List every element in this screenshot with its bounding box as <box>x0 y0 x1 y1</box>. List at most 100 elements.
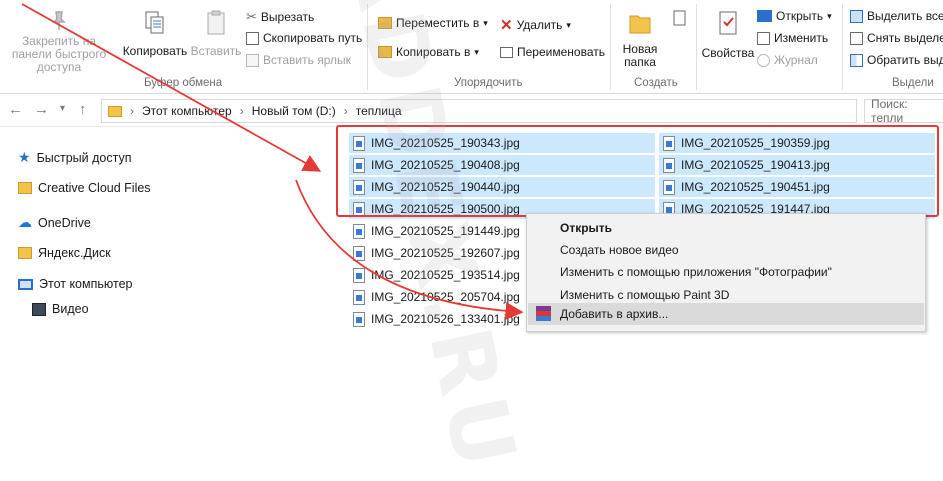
breadcrumb-separator: › <box>343 104 348 118</box>
deselect-button[interactable]: Снять выделе <box>850 31 943 45</box>
cut-label: Вырезать <box>260 10 315 24</box>
folder-icon <box>108 105 122 117</box>
cut-button[interactable]: ✂ Вырезать <box>246 9 314 25</box>
create-group-label: Создать <box>634 77 678 89</box>
edit-label: Изменить <box>774 31 829 45</box>
pin-label: Закрепить на панели быстрого доступа <box>11 34 107 74</box>
history-button[interactable]: Журнал <box>757 53 818 67</box>
nav-item-this-pc[interactable]: Этот компьютер <box>18 277 132 291</box>
paste-shortcut-button[interactable]: Вставить ярлык <box>246 53 351 67</box>
ribbon: Закрепить на панели быстрого доступа Коп… <box>0 0 943 94</box>
copy-path-label: Скопировать путь <box>263 31 363 45</box>
breadcrumb-folder[interactable]: теплица <box>356 104 402 118</box>
star-icon: ★ <box>18 149 31 165</box>
copy-to-button[interactable]: Копировать в ▾ <box>378 45 479 59</box>
paste-button[interactable]: Вставить <box>188 10 244 58</box>
image-file-icon <box>353 245 365 261</box>
address-box[interactable]: › Этот компьютер › Новый том (D:) › тепл… <box>101 99 857 123</box>
deselect-label: Снять выделе <box>867 31 943 45</box>
separator <box>842 4 843 90</box>
delete-button[interactable]: ✕ Удалить ▾ <box>500 16 571 34</box>
nav-item-label: Быстрый доступ <box>36 150 132 165</box>
image-file-icon <box>353 267 365 283</box>
nav-item-label: Видео <box>52 302 89 316</box>
rename-button[interactable]: Переименовать <box>500 45 605 59</box>
copy-icon <box>145 11 164 34</box>
video-icon <box>32 302 46 316</box>
rename-label: Переименовать <box>517 45 605 59</box>
new-folder-button[interactable]: Новая папка <box>614 10 666 69</box>
chevron-down-icon: ▾ <box>827 10 832 21</box>
clipboard-icon <box>207 10 225 35</box>
copy-to-icon <box>378 46 392 58</box>
delete-icon: ✕ <box>500 17 513 34</box>
nav-item-label: OneDrive <box>38 215 91 230</box>
nav-item-onedrive[interactable]: ☁ OneDrive <box>18 214 91 231</box>
chevron-down-icon: ▾ <box>566 19 571 30</box>
cloud-icon: ☁ <box>18 214 32 230</box>
file-item[interactable]: IMG_20210526_133401.jpg <box>349 309 525 329</box>
file-item[interactable]: IMG_20210525_192607.jpg <box>349 243 525 263</box>
context-edit-paint3d[interactable]: Изменить с помощью Paint 3D <box>560 288 729 302</box>
history-label: Журнал <box>774 53 818 67</box>
separator <box>696 4 697 90</box>
breadcrumb-this-pc[interactable]: Этот компьютер <box>142 104 232 118</box>
copy-to-label: Копировать в <box>396 45 471 59</box>
file-name: IMG_20210525_191449.jpg <box>371 224 520 238</box>
chevron-down-icon: ▾ <box>474 46 479 57</box>
select-all-icon <box>850 9 863 23</box>
file-name: IMG_20210525_205704.jpg <box>371 290 520 304</box>
file-item[interactable]: IMG_20210525_205704.jpg <box>349 287 525 307</box>
file-item[interactable]: IMG_20210525_193514.jpg <box>349 265 525 285</box>
move-to-icon <box>378 17 392 29</box>
context-create-video[interactable]: Создать новое видео <box>560 243 679 257</box>
image-file-icon <box>353 223 365 239</box>
computer-icon <box>18 278 33 290</box>
paste-shortcut-label: Вставить ярлык <box>263 53 351 67</box>
properties-label: Свойства <box>701 46 755 60</box>
nav-item-yandex-disk[interactable]: Яндекс.Диск <box>18 246 111 260</box>
nav-item-creative-cloud[interactable]: Creative Cloud Files <box>18 181 151 195</box>
invert-selection-button[interactable]: Обратить выд <box>850 53 943 67</box>
rename-icon <box>500 46 513 58</box>
properties-button[interactable]: Свойства <box>700 10 756 60</box>
history-icon <box>757 53 770 67</box>
clipboard-group-label: Буфер обмена <box>144 77 223 89</box>
nav-item-video[interactable]: Видео <box>32 302 89 316</box>
new-item-button[interactable] <box>668 10 692 29</box>
context-menu: Открыть Создать новое видео Изменить с п… <box>526 213 926 332</box>
scissors-icon: ✂ <box>246 9 257 24</box>
delete-label: Удалить <box>516 18 563 32</box>
up-arrow-icon[interactable]: ↑ <box>79 101 87 118</box>
context-add-archive[interactable]: Добавить в архив... <box>560 307 668 321</box>
chevron-down-icon[interactable]: ▾ <box>60 103 65 114</box>
move-to-button[interactable]: Переместить в ▾ <box>378 16 488 30</box>
winrar-icon <box>536 306 551 321</box>
address-bar-row: ← → ▾ ↑ › Этот компьютер › Новый том (D:… <box>0 94 943 127</box>
context-open[interactable]: Открыть <box>560 221 612 235</box>
select-all-button[interactable]: Выделить все <box>850 9 943 23</box>
folder-icon <box>629 15 651 34</box>
pin-icon <box>52 11 66 30</box>
copy-label: Копировать <box>122 44 188 58</box>
breadcrumb-drive[interactable]: Новый том (D:) <box>252 104 336 118</box>
organize-group-label: Упорядочить <box>454 77 523 89</box>
edit-button[interactable]: Изменить <box>757 31 828 45</box>
navigation-pane: ★ Быстрый доступ Creative Cloud Files ☁ … <box>0 127 340 332</box>
pin-quick-access-button[interactable]: Закрепить на панели быстрого доступа <box>4 10 114 74</box>
file-item[interactable]: IMG_20210525_191449.jpg <box>349 221 525 241</box>
nav-item-quick-access[interactable]: ★ Быстрый доступ <box>18 149 132 166</box>
open-button[interactable]: Открыть ▾ <box>757 9 832 23</box>
copy-path-button[interactable]: Скопировать путь <box>246 31 362 45</box>
context-edit-photos[interactable]: Изменить с помощью приложения "Фотографи… <box>560 265 832 279</box>
copy-button[interactable]: Копировать <box>122 10 188 58</box>
search-input[interactable]: Поиск: тепли <box>864 97 943 125</box>
file-name: IMG_20210526_133401.jpg <box>371 312 520 326</box>
image-file-icon <box>353 311 365 327</box>
back-arrow-icon[interactable]: ← <box>8 101 23 118</box>
properties-icon <box>719 11 737 35</box>
forward-arrow-icon[interactable]: → <box>34 101 49 118</box>
new-item-icon <box>673 10 686 26</box>
creative-cloud-icon <box>18 182 32 194</box>
edit-icon <box>757 31 770 45</box>
